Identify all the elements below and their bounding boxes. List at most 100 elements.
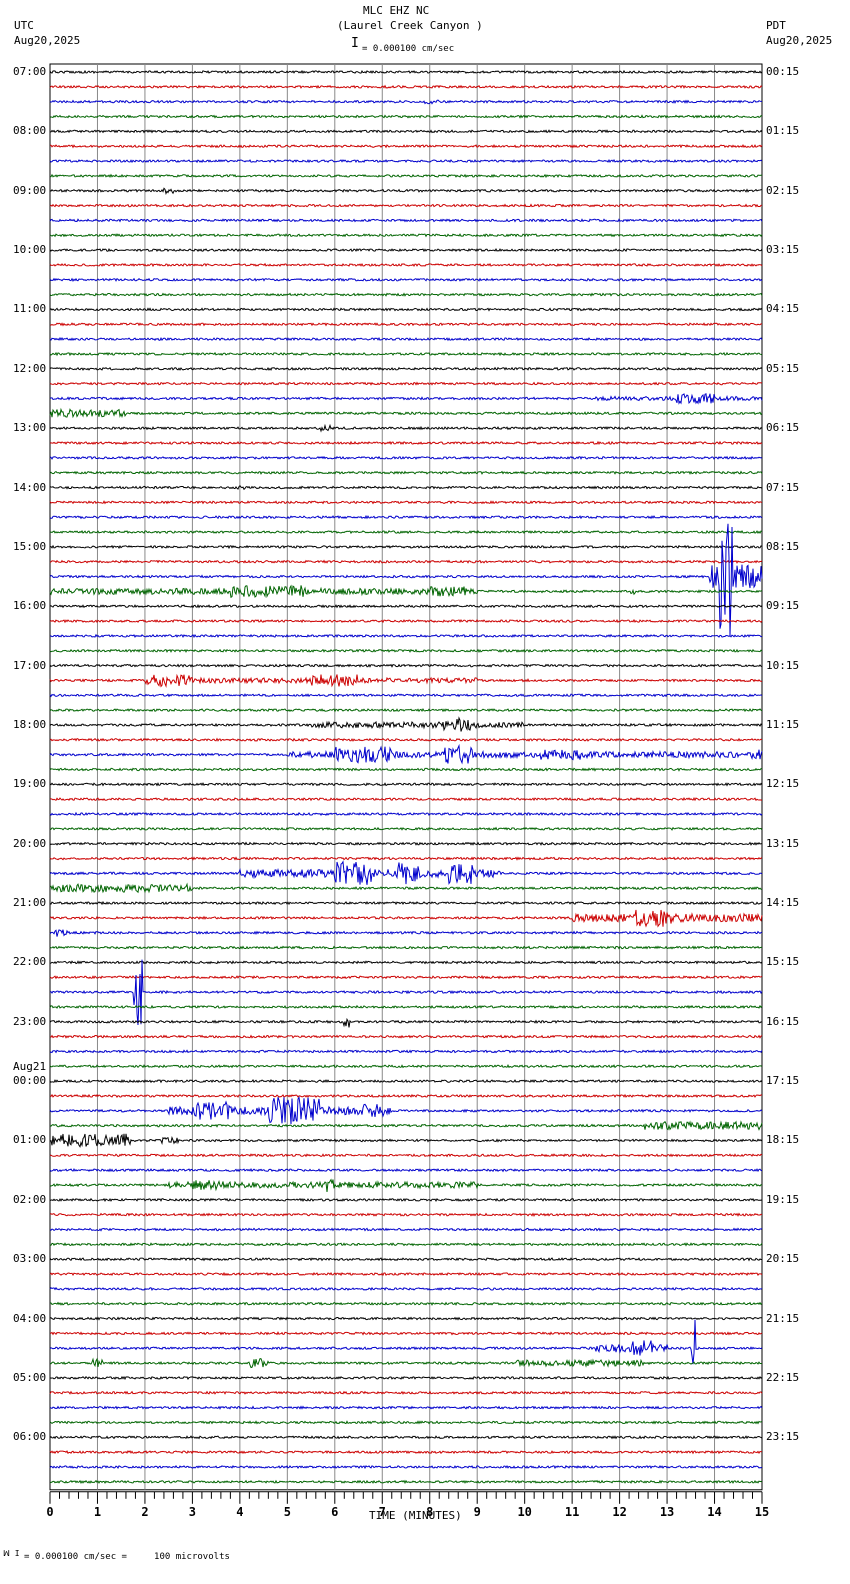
seismic-trace: [49, 1153, 763, 1158]
pdt-hour-label: 08:15: [766, 539, 800, 553]
seismic-trace: [49, 648, 763, 653]
seismic-trace: [49, 1435, 763, 1440]
utc-hour-label: 07:00: [13, 65, 47, 78]
seismic-trace: [49, 1479, 763, 1485]
utc-hour-label: 22:00: [13, 955, 47, 969]
seismic-trace: [49, 1095, 763, 1125]
seismic-trace: [49, 248, 763, 253]
utc-hour-label: 01:00: [13, 1133, 47, 1147]
seismic-trace: [49, 1464, 763, 1470]
x-tick-label: 14: [707, 1505, 721, 1519]
seismic-trace: [49, 767, 763, 772]
pdt-hour-label: 15:15: [766, 955, 800, 969]
pdt-hour-label: 06:15: [766, 421, 800, 435]
seismic-trace: [49, 307, 763, 312]
seismic-trace: [49, 960, 763, 965]
seismic-trace: [49, 900, 763, 906]
seismic-trace: [49, 1375, 763, 1381]
seismic-trace: [49, 322, 762, 327]
seismic-trace: [49, 84, 763, 89]
seismic-trace: [50, 143, 763, 149]
pdt-hour-label: 20:15: [766, 1252, 800, 1266]
seismic-trace: [49, 407, 763, 419]
seismic-trace: [49, 277, 763, 282]
x-tick-label: 13: [660, 1505, 674, 1519]
utc-hour-label: 03:00: [13, 1252, 47, 1266]
pdt-hour-label: 00:15: [766, 65, 800, 78]
pdt-hour-label: 09:15: [766, 599, 800, 613]
seismic-trace: [49, 523, 763, 637]
seismic-trace: [49, 1390, 763, 1395]
seismic-trace: [49, 99, 762, 105]
seismic-trace: [49, 129, 763, 134]
seismic-trace: [49, 1064, 763, 1069]
utc-hour-label: 06:00: [13, 1430, 47, 1444]
seismic-trace: [49, 1004, 763, 1010]
seismic-trace: [49, 909, 763, 928]
seismic-trace: [49, 860, 763, 885]
seismic-trace: [49, 1197, 763, 1202]
seismic-trace: [49, 1450, 763, 1455]
seismic-trace: [49, 882, 762, 894]
x-tick-label: 10: [517, 1505, 531, 1519]
seismic-trace: [49, 1420, 763, 1425]
seismic-trace: [49, 233, 763, 238]
seismic-trace: [49, 811, 763, 817]
seismic-trace: [49, 1301, 763, 1306]
seismic-trace: [49, 1331, 763, 1336]
utc-hour-label: 04:00: [13, 1311, 47, 1325]
pdt-hour-label: 01:15: [766, 124, 800, 138]
seismic-trace: [49, 1242, 763, 1247]
seismic-trace: [49, 1133, 763, 1148]
seismic-trace: [49, 69, 763, 75]
footer-scale-text: = 0.000100 cm/sec = 100 microvolts: [24, 1552, 230, 1562]
seismic-trace: [49, 959, 763, 1026]
seismic-trace: [49, 336, 763, 342]
seismic-trace: [49, 604, 763, 609]
seismic-trace: [49, 782, 763, 787]
seismic-trace: [49, 559, 763, 564]
seismic-trace: [49, 484, 763, 491]
seismic-trace: [49, 1405, 763, 1410]
pdt-hour-label: 19:15: [766, 1192, 800, 1206]
seismic-trace: [49, 1079, 763, 1084]
seismic-trace: [49, 856, 763, 861]
seismic-trace: [49, 114, 763, 119]
utc-hour-label: 16:00: [13, 599, 47, 613]
seismic-trace: [49, 1319, 763, 1365]
x-tick-label: 11: [565, 1505, 579, 1519]
pdt-hour-label: 18:15: [766, 1133, 800, 1147]
seismic-trace: [49, 262, 763, 268]
x-tick-label: 6: [331, 1505, 338, 1519]
x-tick-label: 0: [46, 1505, 53, 1519]
seismic-trace: [49, 455, 763, 460]
seismic-trace: [49, 1271, 763, 1277]
seismic-trace: [49, 737, 763, 742]
utc-hour-label: 11:00: [13, 302, 47, 316]
x-tick-label: 12: [612, 1505, 626, 1519]
seismic-trace: [49, 1093, 763, 1098]
x-tick-label: 15: [755, 1505, 769, 1519]
pdt-hour-label: 12:15: [766, 777, 800, 791]
seismic-trace: [49, 1357, 763, 1369]
utc-hour-label: 19:00: [13, 777, 47, 791]
pdt-hour-label: 23:15: [766, 1430, 800, 1444]
seismic-trace: [49, 1212, 763, 1217]
seismic-trace: [49, 673, 763, 689]
seismic-trace: [49, 292, 763, 297]
pdt-hour-label: 22:15: [766, 1370, 800, 1384]
seismic-trace: [49, 1168, 763, 1173]
seismic-trace: [49, 1034, 763, 1039]
pdt-hour-label: 13:15: [766, 836, 800, 850]
x-tick-label: 2: [141, 1505, 148, 1519]
seismic-trace: [49, 663, 763, 668]
pdt-hour-label: 07:15: [766, 480, 800, 494]
pdt-hour-label: 14:15: [766, 896, 800, 910]
x-tick-label: 3: [189, 1505, 196, 1519]
seismic-trace: [49, 1227, 763, 1232]
seismic-trace: [49, 393, 763, 405]
pdt-hour-label: 10:15: [766, 658, 800, 672]
plot-frame: [49, 63, 763, 1491]
seismic-trace: [49, 796, 763, 802]
seismic-trace: [49, 693, 763, 698]
